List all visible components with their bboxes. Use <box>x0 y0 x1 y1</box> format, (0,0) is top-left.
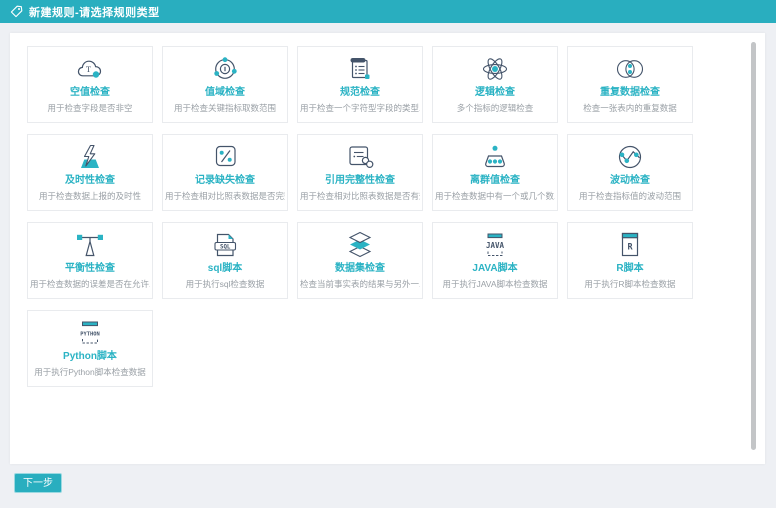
rule-type-card[interactable]: 波动检查 用于检查指标值的波动范围 <box>567 134 693 211</box>
rule-type-card[interactable]: 及时性检查 用于检查数据上报的及时性 <box>27 134 153 211</box>
atom-icon <box>477 53 513 84</box>
card-title: 数据集检查 <box>335 263 385 275</box>
rule-type-card[interactable]: PYTHON Python脚本 用于执行Python脚本检查数据 <box>27 310 153 387</box>
card-description: 用于执行JAVA脚本检查数据 <box>443 279 548 289</box>
link-document-icon <box>342 141 378 172</box>
svg-text:PYTHON: PYTHON <box>80 331 99 337</box>
python-icon: PYTHON <box>72 317 108 348</box>
rule-type-card[interactable]: R R脚本 用于执行R脚本检查数据 <box>567 222 693 299</box>
rule-type-card[interactable]: 重复数据检查 检查一张表内的重复数据 <box>567 46 693 123</box>
card-title: 值域检查 <box>205 87 245 99</box>
outlier-dots-icon <box>477 141 513 172</box>
tag-icon <box>10 5 23 18</box>
card-description: 检查一张表内的重复数据 <box>583 103 677 113</box>
rule-type-card[interactable]: 逻辑检查 多个指标的逻辑检查 <box>432 46 558 123</box>
card-description: 用于检查数据中有一个或几个数... <box>435 191 555 201</box>
r-window-icon: R <box>612 229 648 260</box>
card-title: 逻辑检查 <box>475 87 515 99</box>
card-description: 用于检查字段是否非空 <box>47 103 132 113</box>
card-title: Python脚本 <box>63 351 117 363</box>
card-description: 用于执行sql检查数据 <box>186 279 265 289</box>
rule-type-card[interactable]: 数据集检查 检查当前事实表的结果与另外一... <box>297 222 423 299</box>
card-description: 用于检查相对比照表数据是否完整 <box>165 191 285 201</box>
rule-type-card[interactable]: 值域检查 用于检查关键指标取数范围 <box>162 46 288 123</box>
card-title: 记录缺失检查 <box>195 175 255 187</box>
sql-file-icon: SQL <box>207 229 243 260</box>
rule-card-grid: T 空值检查 用于检查字段是否非空 值域检查 用于检查关键指标取数范围 规范检查… <box>27 46 735 451</box>
card-description: 多个指标的逻辑检查 <box>457 103 534 113</box>
venn-circles-icon <box>612 53 648 84</box>
svg-text:SQL: SQL <box>220 244 231 250</box>
dialog-header: 新建规则-请选择规则类型 <box>0 0 776 23</box>
card-title: 及时性检查 <box>65 175 115 187</box>
scroll-list-icon <box>342 53 378 84</box>
balance-scale-icon <box>72 229 108 260</box>
rule-type-card[interactable]: 记录缺失检查 用于检查相对比照表数据是否完整 <box>162 134 288 211</box>
rule-type-card[interactable]: 引用完整性检查 用于检查相对比照表数据是否有效 <box>297 134 423 211</box>
vertical-scrollbar[interactable] <box>751 42 756 450</box>
card-description: 用于检查相对比照表数据是否有效 <box>300 191 420 201</box>
card-description: 用于检查数据上报的及时性 <box>39 191 141 201</box>
card-title: 平衡性检查 <box>65 263 115 275</box>
card-title: 空值检查 <box>70 87 110 99</box>
card-title: JAVA脚本 <box>472 263 517 275</box>
next-step-button[interactable]: 下一步 <box>14 473 62 493</box>
card-description: 用于检查关键指标取数范围 <box>174 103 276 113</box>
card-description: 用于执行Python脚本检查数据 <box>34 367 145 377</box>
rule-type-card[interactable]: 平衡性检查 用于检查数据的误差是否在允许... <box>27 222 153 299</box>
rule-type-card[interactable]: 规范检查 用于检查一个字符型字段的类型... <box>297 46 423 123</box>
card-title: 重复数据检查 <box>600 87 660 99</box>
svg-text:R: R <box>627 242 633 252</box>
card-title: R脚本 <box>616 263 643 275</box>
lightning-icon <box>72 141 108 172</box>
rule-type-card[interactable]: SQL sql脚本 用于执行sql检查数据 <box>162 222 288 299</box>
card-description: 用于检查数据的误差是否在允许... <box>30 279 150 289</box>
card-title: sql脚本 <box>208 263 242 275</box>
card-description: 用于执行R脚本检查数据 <box>584 279 675 289</box>
wave-circle-icon <box>612 141 648 172</box>
card-title: 波动检查 <box>610 175 650 187</box>
gauge-orbit-icon <box>207 53 243 84</box>
svg-text:T: T <box>86 64 92 74</box>
card-title: 引用完整性检查 <box>325 175 395 187</box>
card-title: 规范检查 <box>340 87 380 99</box>
layers-icon <box>342 229 378 260</box>
cloud-null-icon: T <box>72 53 108 84</box>
dialog-title: 新建规则-请选择规则类型 <box>29 4 160 20</box>
java-icon: JAVA <box>477 229 513 260</box>
rule-type-card[interactable]: 离群值检查 用于检查数据中有一个或几个数... <box>432 134 558 211</box>
card-description: 用于检查一个字符型字段的类型... <box>300 103 420 113</box>
rule-type-card[interactable]: JAVA JAVA脚本 用于执行JAVA脚本检查数据 <box>432 222 558 299</box>
svg-text:JAVA: JAVA <box>486 241 505 250</box>
rule-type-card[interactable]: T 空值检查 用于检查字段是否非空 <box>27 46 153 123</box>
card-title: 离群值检查 <box>470 175 520 187</box>
card-description: 检查当前事实表的结果与另外一... <box>300 279 420 289</box>
percent-box-icon <box>207 141 243 172</box>
card-description: 用于检查指标值的波动范围 <box>579 191 681 201</box>
rule-type-panel: T 空值检查 用于检查字段是否非空 值域检查 用于检查关键指标取数范围 规范检查… <box>10 33 765 464</box>
